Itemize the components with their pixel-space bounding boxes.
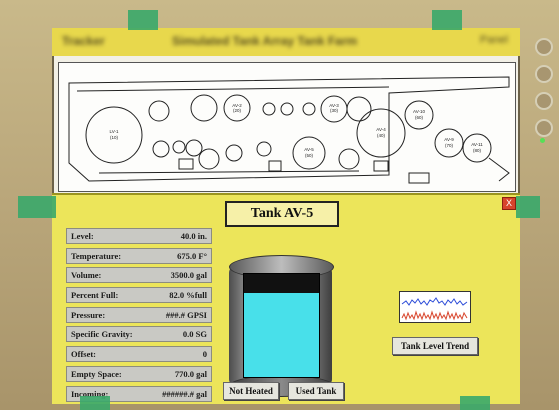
app-title: Tracker [62,34,105,48]
used-tank-button[interactable]: Used Tank [288,382,344,400]
svg-text:(40): (40) [377,133,386,138]
readout-offset: Offset: 0 [66,346,212,363]
trend-sparkline [401,297,468,321]
menu-knob-icon[interactable] [535,65,553,83]
readout-value: 0.0 SG [182,329,207,340]
readout-value: 675.0 F° [177,250,207,261]
readout-volume: Volume: 3500.0 gal [66,267,212,284]
readout-percent-full: Percent Full: 82.0 %full [66,287,212,304]
readout-specific-gravity: Specific Gravity: 0.0 SG [66,326,212,343]
tank-fluid-level [244,292,319,377]
svg-text:AV-4: AV-4 [376,127,386,132]
svg-text:LV-1: LV-1 [110,129,119,134]
select-knob-icon[interactable] [535,119,553,137]
readout-label: Temperature: [71,250,122,261]
power-knob-icon[interactable] [535,38,553,56]
adjust-knob-icon[interactable] [535,92,553,110]
svg-text:(20): (20) [233,108,242,113]
svg-text:(60): (60) [415,115,424,120]
readout-temperature: Temperature: 675.0 F° [66,247,212,264]
readout-value: 770.0 gal [174,368,207,379]
svg-text:(50): (50) [305,153,314,158]
readout-value: 82.0 %full [169,290,207,301]
readout-value: ###.# GPSI [165,309,207,320]
svg-text:(10): (10) [110,135,119,140]
readout-pressure: Pressure: ###.# GPSI [66,306,212,323]
tank-graphic [229,255,334,397]
masking-tape [460,396,490,410]
not-heated-button[interactable]: Not Heated [223,382,279,400]
masking-tape [18,196,56,218]
readout-label: Empty Space: [71,368,122,379]
readout-value: ######.# gal [162,388,207,399]
side-controls [535,38,555,146]
svg-text:AV-10: AV-10 [413,109,425,114]
tank-level-window [243,273,320,378]
masking-tape [80,396,110,410]
power-led-icon [540,138,545,143]
readout-label: Volume: [71,270,102,281]
masking-tape [432,10,462,30]
tank-farm-map[interactable]: LV-1 (10) AV-2 (20) AV-3 (30) AV-4 (40) AV-5… [58,62,516,192]
svg-text:(30): (30) [330,108,339,113]
tank-level-trend-button[interactable]: Tank Level Trend [392,337,478,355]
close-button[interactable]: X [502,197,516,210]
svg-text:AV-11: AV-11 [471,142,483,147]
readout-label: Pressure: [71,309,106,320]
readout-label: Level: [71,231,94,241]
readout-value: 3500.0 gal [170,270,207,281]
svg-text:AV-5: AV-5 [304,147,314,152]
app-subtitle: Simulated Tank Array Tank Farm [172,34,358,48]
readout-level: Level: 40.0 in. [66,228,212,244]
readout-label: Offset: [71,349,97,360]
readout-label: Specific Gravity: [71,329,133,340]
tank-detail-panel: X Tank AV-5 Level: 40.0 in. Temperature:… [52,193,520,404]
masking-tape [128,10,158,30]
svg-text:(80): (80) [473,148,482,153]
svg-text:(70): (70) [445,143,454,148]
title-bar: Tracker Simulated Tank Array Tank Farm P… [52,28,520,56]
trend-chart-icon[interactable] [399,291,471,323]
readout-list: Level: 40.0 in. Temperature: 675.0 F° Vo… [66,228,212,404]
tank-farm-diagram: LV-1(10) AV-2(20) AV-3(30) AV-4(40) AV-5… [68,76,510,184]
title-right-text: Panel [479,34,508,46]
masking-tape [516,196,540,218]
hmi-screen: Tracker Simulated Tank Array Tank Farm P… [52,28,520,404]
readout-value: 40.0 in. [180,231,207,241]
readout-label: Percent Full: [71,290,119,301]
svg-text:AV-9: AV-9 [444,137,454,142]
readout-value: 0 [202,349,207,360]
readout-empty-space: Empty Space: 770.0 gal [66,365,212,382]
tank-title: Tank AV-5 [225,201,339,227]
